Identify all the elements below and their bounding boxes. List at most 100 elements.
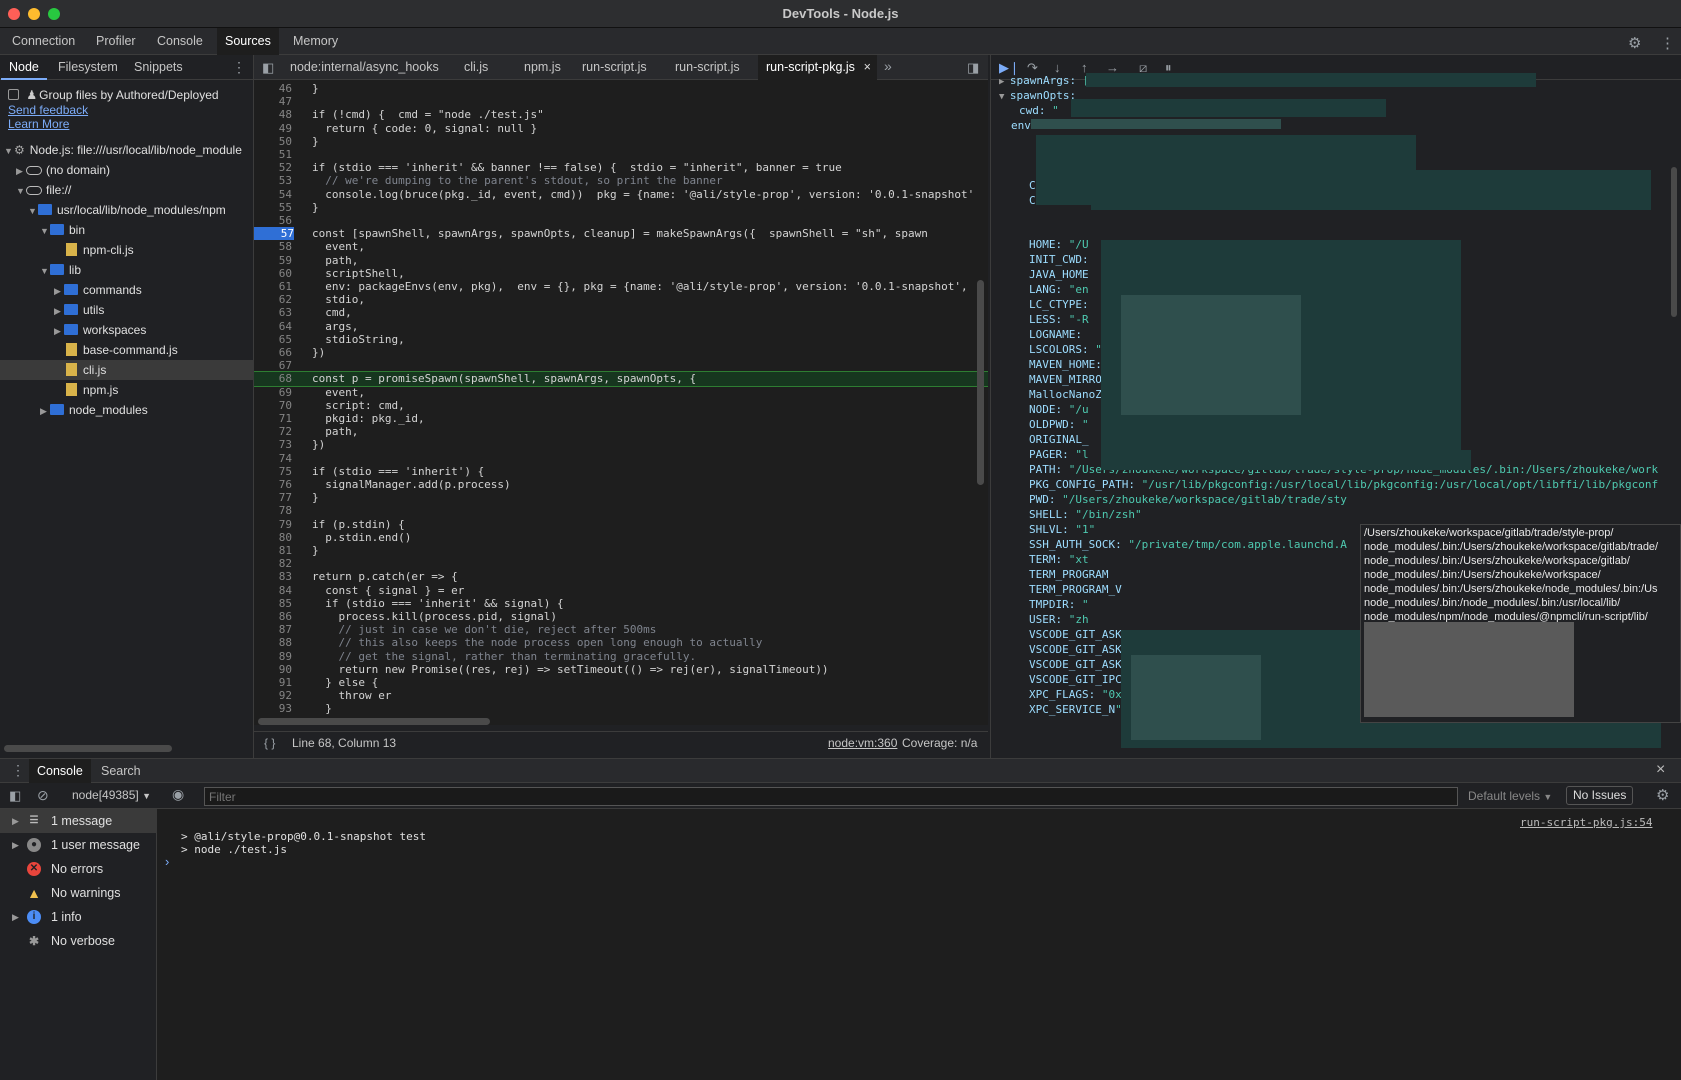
code-line[interactable]: 60 scriptShell,	[254, 267, 988, 280]
editor-vertical-scrollbar[interactable]	[977, 280, 984, 485]
scope-variable-row[interactable]: TMPDIR: "	[1029, 597, 1089, 613]
code-line[interactable]: 88 // this also keeps the node process o…	[254, 636, 988, 649]
scope-variable-row[interactable]: JAVA_HOME	[1029, 267, 1089, 283]
code-line[interactable]: 90 return new Promise((res, rej) => setT…	[254, 663, 988, 676]
close-tab-icon[interactable]: ×	[864, 55, 871, 80]
line-number[interactable]: 50	[254, 135, 292, 148]
code-line[interactable]: 58 event,	[254, 240, 988, 253]
pretty-print-icon[interactable]: { }	[264, 732, 275, 754]
tree-node-lib[interactable]: ▼ lib	[0, 260, 254, 280]
sidebar-item-user-messages[interactable]: ▶ ● 1 user message	[0, 833, 157, 857]
code-line[interactable]: 52 if (stdio === 'inherit' && banner !== …	[254, 161, 988, 174]
drawer-tab-console[interactable]: Console	[29, 759, 91, 783]
tree-node-commands[interactable]: ▶ commands	[0, 280, 254, 300]
code-line[interactable]: 62 stdio,	[254, 293, 988, 306]
scope-variable-row[interactable]: XPC_SERVICE_N"0"	[1029, 702, 1135, 718]
line-number[interactable]: 53	[254, 174, 292, 187]
code-line[interactable]: 53 // we're dumping to the parent's stdo…	[254, 174, 988, 187]
editor-tab-run-script-2[interactable]: run-script.js	[667, 55, 748, 80]
line-number[interactable]: 70	[254, 399, 292, 412]
code-line[interactable]: 55}	[254, 201, 988, 214]
tab-connection[interactable]: Connection	[4, 28, 83, 55]
line-number[interactable]: 84	[254, 584, 292, 597]
line-number[interactable]: 69	[254, 386, 292, 399]
scope-variable-row[interactable]: NODE: "/u	[1029, 402, 1089, 418]
tab-console[interactable]: Console	[149, 28, 211, 55]
code-line[interactable]: 93 }	[254, 702, 988, 715]
sidebar-item-errors[interactable]: ✕ No errors	[0, 857, 157, 881]
scope-variable-row[interactable]: VSCODE_GIT_IPC	[1029, 672, 1122, 688]
sidebar-item-warnings[interactable]: ▲ No warnings	[0, 881, 157, 905]
code-line[interactable]: 85 if (stdio === 'inherit' && signal) {	[254, 597, 988, 610]
code-line[interactable]: 70 script: cmd,	[254, 399, 988, 412]
scope-variable-row[interactable]: LANG: "en	[1029, 282, 1089, 298]
scope-variable-row[interactable]: USER: "zh	[1029, 612, 1089, 628]
tree-node-workspaces[interactable]: ▶ workspaces	[0, 320, 254, 340]
scope-variable-row[interactable]: LC_CTYPE:	[1029, 297, 1089, 313]
scope-variable-row[interactable]: LESS: "-R	[1029, 312, 1089, 328]
line-number[interactable]: 80	[254, 531, 292, 544]
line-number[interactable]: 72	[254, 425, 292, 438]
console-prompt[interactable]: ›	[165, 854, 169, 869]
source-link[interactable]: node:vm:360	[828, 732, 897, 754]
clear-console-icon[interactable]: ⊘	[37, 787, 49, 804]
tree-node-utils[interactable]: ▶ utils	[0, 300, 254, 320]
toggle-sidebar-icon[interactable]: ◧	[9, 788, 21, 804]
line-number[interactable]: 83	[254, 570, 292, 583]
code-line[interactable]: 86 process.kill(process.pid, signal)	[254, 610, 988, 623]
tree-file-npm[interactable]: npm.js	[0, 380, 254, 400]
tree-node-bin[interactable]: ▼ bin	[0, 220, 254, 240]
code-line[interactable]: 72 path,	[254, 425, 988, 438]
code-line[interactable]: 82	[254, 557, 988, 570]
line-number[interactable]: 47	[254, 95, 292, 108]
line-number[interactable]: 65	[254, 333, 292, 346]
line-number[interactable]: 87	[254, 623, 292, 636]
code-line[interactable]: 64 args,	[254, 320, 988, 333]
tab-sources[interactable]: Sources	[217, 28, 279, 55]
toggle-navigator-icon[interactable]: ◧	[262, 60, 274, 76]
line-number[interactable]: 54	[254, 188, 292, 201]
tab-profiler[interactable]: Profiler	[88, 28, 144, 55]
scope-scrollbar[interactable]	[1671, 167, 1677, 317]
scope-variable-row[interactable]: HOME: "/U	[1029, 237, 1089, 253]
console-settings-icon[interactable]: ⚙	[1656, 786, 1669, 804]
tree-node-node-modules[interactable]: ▶ node_modules	[0, 400, 254, 420]
line-number[interactable]: 86	[254, 610, 292, 623]
line-number[interactable]: 52	[254, 161, 292, 174]
line-number[interactable]: 61	[254, 280, 292, 293]
code-line[interactable]: 80 p.stdin.end()	[254, 531, 988, 544]
nav-more-icon[interactable]: ⋮	[232, 59, 246, 76]
scope-variable-row[interactable]: ▶ spawnArgs: [	[999, 73, 1089, 89]
code-line[interactable]: 87 // just in case we don't die, reject …	[254, 623, 988, 636]
code-line[interactable]: 66})	[254, 346, 988, 359]
scope-variable-row[interactable]: SHELL: "/bin/zsh"	[1029, 507, 1142, 523]
drawer-tab-search[interactable]: Search	[93, 759, 149, 783]
editor-tab-npm[interactable]: npm.js	[516, 55, 569, 80]
issues-button[interactable]: No Issues	[1566, 786, 1634, 805]
line-number[interactable]: 62	[254, 293, 292, 306]
code-line[interactable]: 73})	[254, 438, 988, 451]
scope-variable-row[interactable]: VSCODE_GIT_ASK	[1029, 657, 1122, 673]
code-line[interactable]: 75 if (stdio === 'inherit') {	[254, 465, 988, 478]
nav-tab-filesystem[interactable]: Filesystem	[50, 55, 126, 80]
line-number[interactable]: 85	[254, 597, 292, 610]
scope-variable-row[interactable]: SSH_AUTH_SOCK: "/private/tmp/com.apple.l…	[1029, 537, 1347, 553]
code-line[interactable]: 51	[254, 148, 988, 161]
code-line[interactable]: 47	[254, 95, 988, 108]
code-line[interactable]: 57 const [spawnShell, spawnArgs, spawnOpt…	[254, 227, 988, 241]
line-number[interactable]: 74	[254, 452, 292, 465]
code-line[interactable]: 65 stdioString,	[254, 333, 988, 346]
sidebar-item-verbose[interactable]: ✱ No verbose	[0, 929, 157, 953]
line-number[interactable]: 79	[254, 518, 292, 531]
line-number[interactable]: 51	[254, 148, 292, 161]
line-number[interactable]: 67	[254, 359, 292, 372]
code-line[interactable]: 49 return { code: 0, signal: null }	[254, 122, 988, 135]
line-number[interactable]: 59	[254, 254, 292, 267]
close-drawer-icon[interactable]: ×	[1656, 761, 1665, 779]
send-feedback-link[interactable]: Send feedback	[8, 103, 88, 117]
code-line[interactable]: 46}	[254, 82, 988, 95]
tree-file-cli[interactable]: cli.js	[0, 360, 254, 380]
context-selector[interactable]: node[49385] ▼	[72, 788, 151, 802]
nav-scrollbar[interactable]	[4, 745, 172, 752]
line-number[interactable]: 77	[254, 491, 292, 504]
